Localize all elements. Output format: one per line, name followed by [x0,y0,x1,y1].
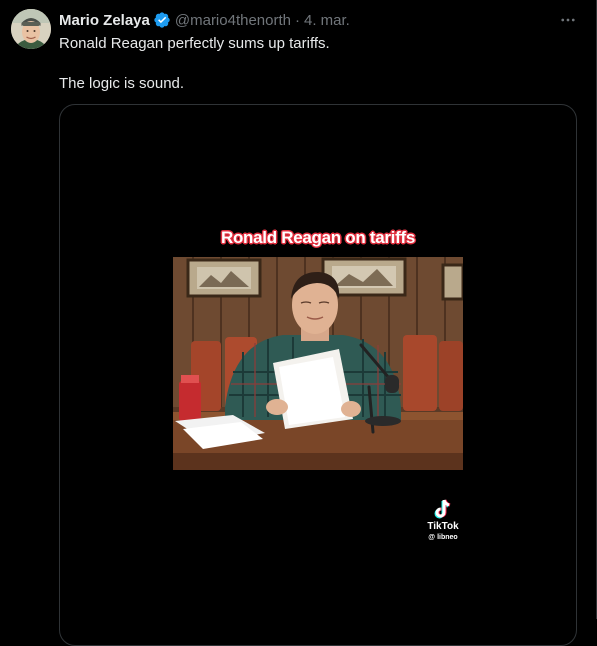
tweet-header: Mario Zelaya @mario4thenorth · 4. mar. [59,10,350,30]
video-frame[interactable] [173,257,463,470]
handle[interactable]: @mario4thenorth [175,12,291,29]
tweet-text: Ronald Reagan perfectly sums up tariffs.… [59,34,579,94]
tweet[interactable]: Mario Zelaya @mario4thenorth · 4. mar. R… [0,0,597,646]
video-frame-image [173,257,463,470]
tweet-text-line: Ronald Reagan perfectly sums up tariffs. [59,35,330,52]
video-caption: Ronald Reagan on tariffs [221,228,415,247]
display-name[interactable]: Mario Zelaya [59,12,150,29]
tiktok-username: @ libneo [428,534,458,541]
tiktok-brand: TikTok [427,521,459,532]
tiktok-watermark: TikTok @ libneo [418,498,468,543]
separator-dot: · [295,11,300,29]
video-player[interactable]: Ronald Reagan on tariffs TikTok @ libneo [59,104,577,646]
avatar-image [11,9,51,49]
timestamp[interactable]: 4. mar. [304,12,350,29]
verified-badge-icon[interactable] [153,11,171,29]
more-horizontal-icon[interactable] [556,8,580,32]
avatar[interactable] [11,9,51,49]
tweet-text-line: The logic is sound. [59,75,185,92]
tiktok-logo-icon [433,498,453,520]
